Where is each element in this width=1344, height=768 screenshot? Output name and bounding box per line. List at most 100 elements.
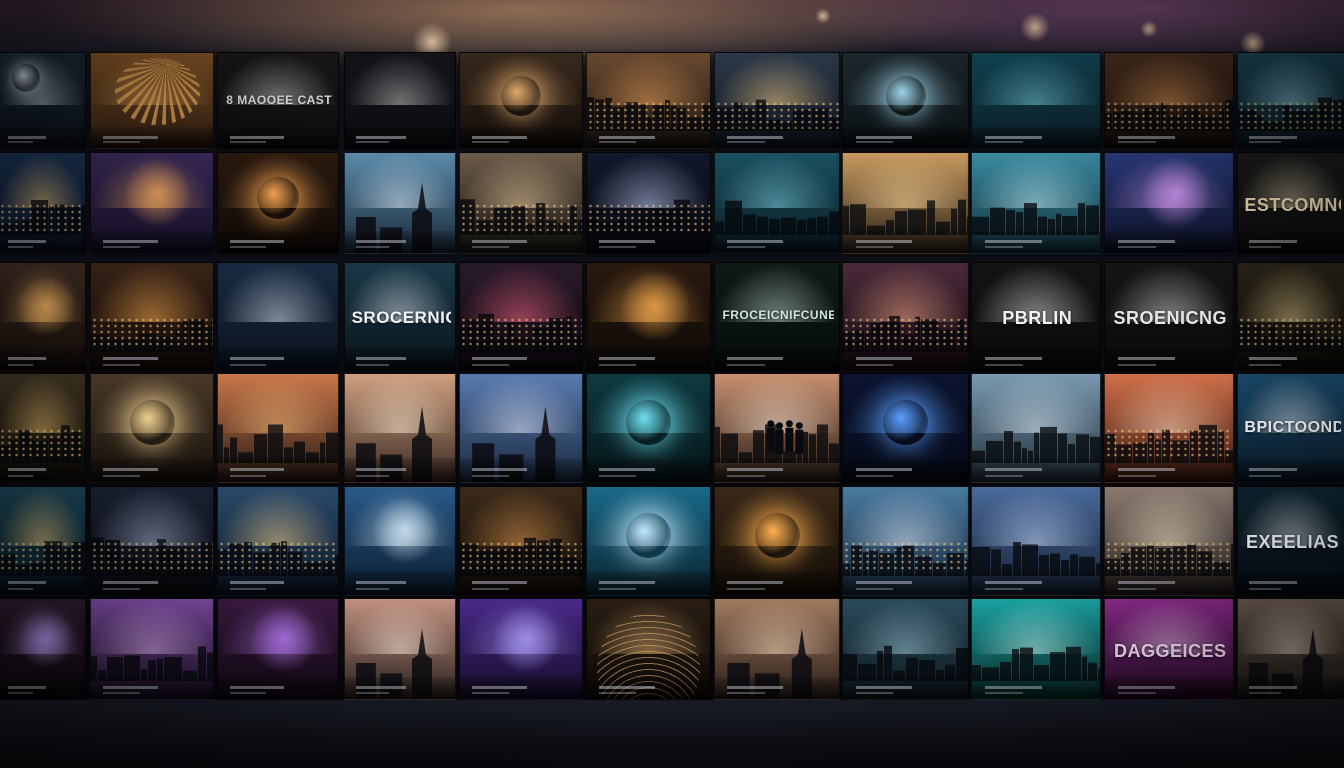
screen-tile-galaxy [217,598,339,700]
screen-tile-spires [344,598,456,700]
subtitle-bar-secondary [727,246,765,248]
subtitle-bar-secondary [1117,246,1157,248]
subtitle-bar-secondary [1248,587,1281,590]
subtitle-bar-secondary [7,246,34,248]
glowing-orb [626,513,671,558]
city-lights [460,541,582,574]
subtitle-bar-secondary [230,363,266,366]
subtitle-bar [230,468,284,472]
skyline-silhouette [843,199,968,235]
subtitle-bar [472,581,528,585]
subtitle-bar [103,357,159,361]
subtitle-bar-secondary [472,692,509,694]
screen-tile-orb [842,373,969,483]
screen-tile-sunset [217,373,339,483]
screen-tile-city [1104,52,1234,149]
subtitle-bar-secondary [1248,246,1281,248]
screen-tile-city [714,52,840,149]
subtitle-bar [356,357,406,361]
subtitle-bar [599,468,655,472]
subtitle-bar [7,581,47,585]
subtitle-bar [7,357,47,361]
skyline-silhouette [972,426,1100,463]
screen-grid: 8 MAOOEE CAST ESTCOMNO SROCERNIC FROCEICNIF… [0,0,1344,768]
tile-title-text: DAGGEICES [1114,641,1227,661]
subtitle-bar [599,686,655,689]
skyline-silhouette [843,645,968,681]
subtitle-bar [103,686,159,689]
light-burst [484,604,569,674]
subtitle-bar [7,686,47,689]
subtitle-bar-secondary [599,587,637,590]
screen-tile-fog [971,152,1101,254]
screen-tile-city [90,486,214,596]
sky-glow [345,53,455,106]
subtitle-bar [230,686,284,689]
screen-tile-orb [586,373,711,483]
subtitle-bar [1248,468,1297,472]
screen-tile-sunset [842,152,969,254]
city-lights [843,541,968,574]
subtitle-bar-secondary [855,474,893,477]
subtitle-bar [855,240,912,243]
subtitle-bar-secondary [1117,363,1157,366]
screen-tile-galaxy [90,152,214,254]
city-lights [460,317,582,350]
subtitle-bar-secondary [7,587,34,590]
subtitle-bar-secondary [103,474,140,477]
city-lights [91,317,213,350]
glowing-orb [257,177,299,219]
subtitle-bar-secondary [103,246,140,248]
subtitle-bar-secondary [1248,363,1281,366]
screen-tile-city [217,486,339,596]
subtitle-bar-secondary [984,246,1024,248]
screen-tile-title: EXEELIAS [1237,486,1344,596]
subtitle-bar-secondary [727,141,765,144]
screen-tile-title: FROCEICNIFCUNE [714,262,840,372]
subtitle-bar-secondary [103,692,140,694]
subtitle-bar [103,468,159,472]
screen-tile-city [1104,486,1234,596]
subtitle-bar [855,581,912,585]
screen-tile-spires [344,373,456,483]
screen-tile-city [0,152,86,254]
subtitle-bar-secondary [599,363,637,366]
subtitle-bar-secondary [1248,692,1281,694]
screen-tile-title: PBRLIN [971,262,1101,372]
subtitle-bar-secondary [984,141,1024,144]
screen-tile-city [842,262,969,372]
subtitle-bar [472,468,528,472]
subtitle-bar-secondary [984,363,1024,366]
subtitle-bar-secondary [1248,474,1281,477]
subtitle-bar-secondary [230,141,266,144]
subtitle-bar [855,357,912,361]
subtitle-bar [230,357,284,361]
subtitle-bar [356,581,406,585]
tile-title-text: FROCEICNIFCUNE [722,308,835,323]
screen-tile-title: SROENICNG [1104,262,1234,372]
city-lights [843,317,968,350]
subtitle-bar-secondary [855,141,893,144]
subtitle-bar-secondary [855,246,893,248]
subtitle-bar-secondary [984,474,1024,477]
screen-tile-orb [217,152,339,254]
screen-tile-spires [1237,598,1344,700]
screen-tile-orb [714,486,840,596]
subtitle-bar [230,581,284,585]
screen-tile-title: ESTCOMNO [1237,152,1344,254]
skyline-silhouette [91,646,213,681]
screen-tile-spires [714,598,840,700]
glowing-orb [130,400,175,445]
screen-tile-rays [90,52,214,149]
light-burst [1131,158,1221,228]
subtitle-bar-secondary [599,141,637,144]
glowing-orb [626,400,671,445]
subtitle-bar-secondary [472,246,509,248]
subtitle-bar-secondary [727,474,765,477]
subtitle-bar [103,581,159,585]
skyline-silhouette [972,646,1100,681]
subtitle-bar-secondary [356,363,389,366]
glowing-orb [755,513,800,558]
screen-tile-city [0,373,86,483]
screen-tile-title [217,262,339,372]
